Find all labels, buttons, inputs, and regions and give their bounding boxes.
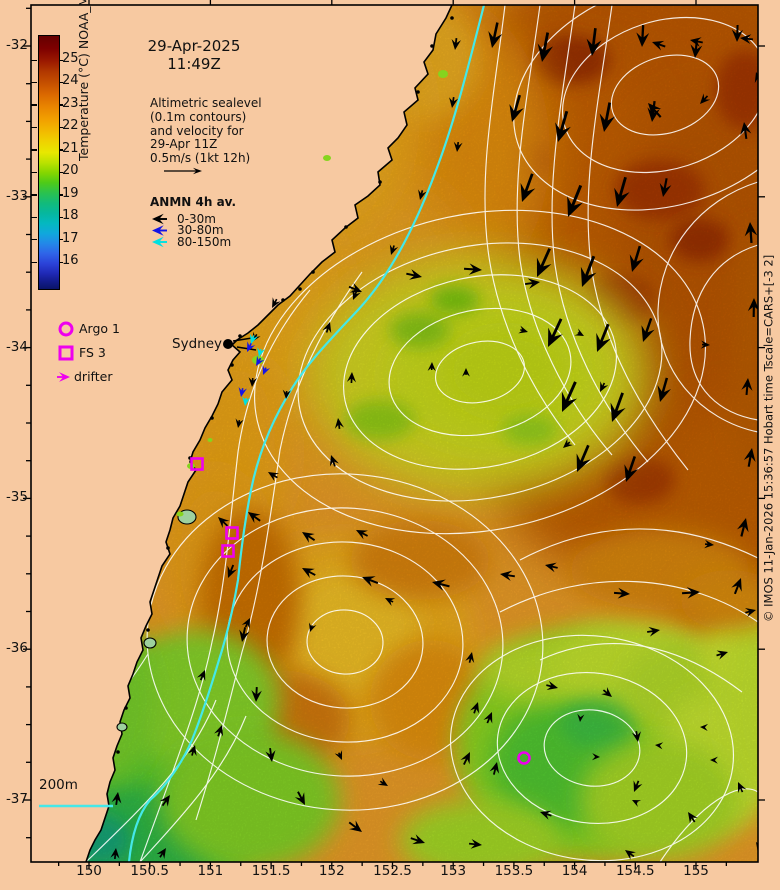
colorbar-tick-mark [31, 194, 37, 196]
coastal-rock [344, 225, 348, 229]
colorbar-tick-mark [31, 59, 37, 61]
colorbar-tick-mark [59, 104, 63, 106]
altimetry-note-line1: Altimetric sealevel [150, 96, 262, 110]
coastal-rock [298, 287, 302, 291]
colorbar-tick-mark [59, 149, 63, 151]
coastal-green-patch [207, 438, 213, 442]
coastal-rock [378, 180, 382, 184]
colorbar-tick-19: 19 [62, 185, 79, 201]
coastal-rock [311, 270, 315, 274]
coastal-lake [116, 722, 128, 732]
y-tick--36: -36 [5, 640, 28, 657]
colorbar-tick-mark [59, 194, 63, 196]
x-tick-153.5: 153.5 [494, 863, 534, 879]
x-tick-151.5: 151.5 [251, 863, 291, 879]
coastal-rock [416, 90, 420, 94]
colorbar-tick-mark [59, 239, 63, 241]
altimetry-note-line3: and velocity for [150, 123, 244, 138]
colorbar-tick-mark [59, 59, 63, 61]
time-label: 11:49Z [167, 55, 221, 73]
colorbar-tick-16: 16 [62, 253, 79, 268]
altimetry-note-line2: (0.1m contours) [150, 109, 247, 124]
colorbar-tick-mark [31, 81, 37, 84]
x-tick-151: 151 [197, 863, 224, 879]
y-tick--35: -35 [5, 489, 28, 506]
coastal-green-patch [176, 511, 184, 517]
x-tick-150: 150 [76, 863, 102, 879]
fs-legend-label: FS 3 [79, 345, 106, 360]
coastal-green-patch [323, 155, 331, 161]
colorbar-tick-mark [59, 171, 63, 174]
colorbar-tick-mark [31, 126, 37, 129]
y-tick--34: -34 [5, 338, 28, 355]
colorbar-tick-17: 17 [62, 230, 79, 246]
x-tick-152: 152 [318, 863, 345, 879]
colorbar-tick-mark [31, 261, 37, 263]
colorbar-tick-20: 20 [62, 163, 79, 179]
y-tick--32: -32 [5, 37, 28, 53]
colorbar-tick-mark [31, 149, 37, 151]
coastal-rock [238, 334, 242, 338]
anmn-legend-title: ANMN 4h av. [150, 195, 237, 209]
argo-legend-label: Argo 1 [79, 321, 120, 336]
colorbar-tick-mark [31, 239, 37, 241]
colorbar-tick-mark [59, 81, 63, 84]
coastal-rock [430, 44, 434, 48]
x-tick-152.5: 152.5 [373, 863, 412, 879]
x-tick-153: 153 [440, 863, 467, 879]
coastal-rock [450, 16, 454, 20]
plot-area [31, 5, 758, 862]
drifter-legend-label: drifter [74, 369, 113, 384]
altimetry-note-line4: 29-Apr 11Z [150, 137, 218, 152]
colorbar-tick-18: 18 [62, 208, 79, 224]
coastal-lake [143, 637, 157, 649]
colorbar-tick-mark [31, 216, 37, 218]
map-canvas [23, 0, 765, 869]
coastal-rock [281, 298, 285, 302]
altimetry-note-line5: 0.5m/s (1kt 12h) [150, 151, 251, 166]
anmn-legend-80-150m: 80-150m [177, 234, 232, 249]
y-tick--37: -37 [5, 791, 28, 807]
colorbar [38, 35, 60, 290]
colorbar-tick-mark [59, 261, 63, 263]
colorbar-tick-mark [31, 104, 37, 106]
city-dot [223, 339, 233, 349]
altimetry-note: Altimetric sealevel (0.1m contours) and … [150, 96, 262, 166]
coastal-rock [116, 750, 120, 754]
date-label: 29-Apr-2025 [147, 37, 241, 55]
colorbar-tick-mark [59, 216, 63, 218]
x-tick-154.5: 154.5 [615, 863, 655, 879]
coastal-green-patch [438, 70, 448, 78]
city-label: Sydney [172, 336, 222, 352]
x-tick-154: 154 [561, 863, 588, 879]
coastal-rock [166, 546, 170, 550]
x-tick-155: 155 [683, 863, 709, 879]
coastal-rock [210, 416, 214, 420]
x-tick-150.5: 150.5 [130, 863, 170, 879]
coastal-rock [124, 706, 128, 710]
y-tick--33: -33 [5, 187, 28, 204]
bathy-depth-label: 200m [39, 777, 78, 793]
colorbar-tick-mark [59, 126, 63, 129]
figure: 25242322212019181716 Temperature (°C) NO… [0, 0, 780, 890]
coastal-rock [230, 363, 234, 367]
coastal-rock [146, 628, 150, 632]
colorbar-tick-mark [31, 171, 37, 174]
